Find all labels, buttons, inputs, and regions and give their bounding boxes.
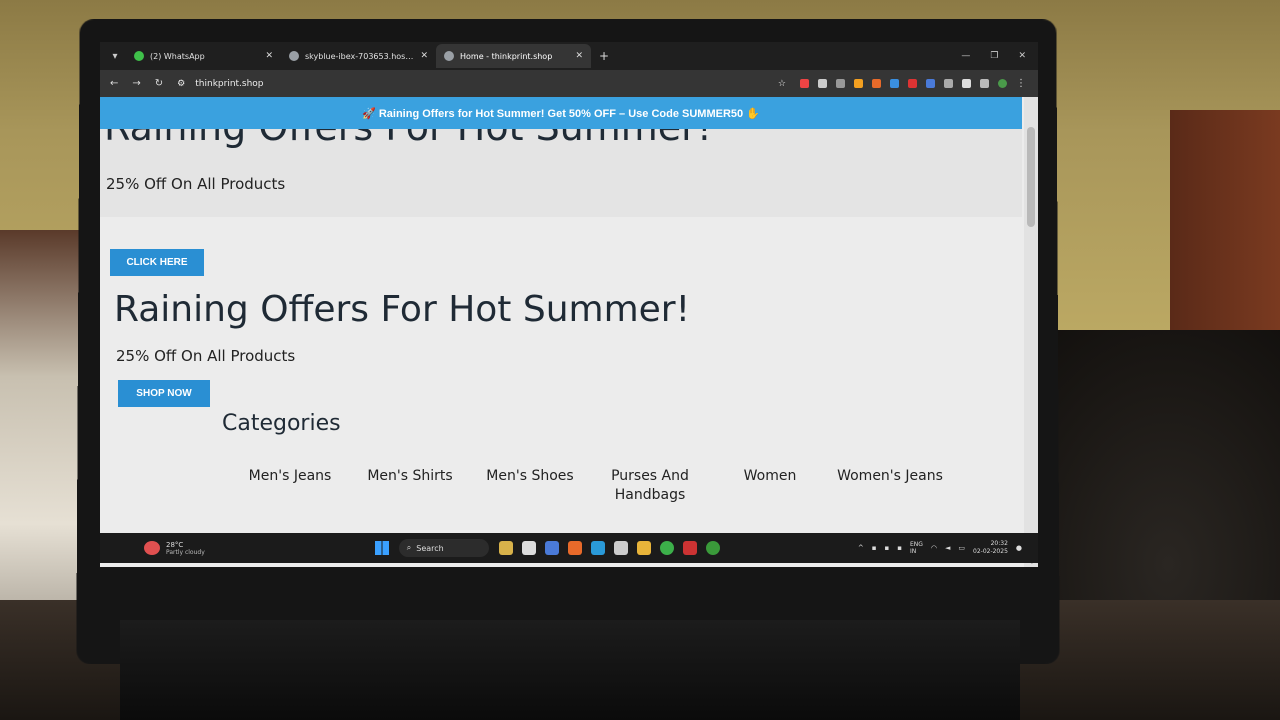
clock[interactable]: 20:32 02-02-2025 <box>973 540 1008 556</box>
extension-icon[interactable] <box>854 79 863 88</box>
category-women[interactable]: Women <box>710 467 830 505</box>
category-mens-shoes[interactable]: Men's Shoes <box>470 467 590 505</box>
windows-taskbar: 28°C Partly cloudy ⌕ Search ^ ▪ ▪ ▪ ENG … <box>100 533 1038 563</box>
extension-icon[interactable] <box>908 79 917 88</box>
xbox-icon[interactable] <box>705 541 720 555</box>
notification-icon[interactable]: ● <box>1016 544 1022 552</box>
address-text: thinkprint.shop <box>195 78 264 89</box>
hero-title: Raining Offers For Hot Summer! <box>114 289 691 330</box>
back-icon[interactable]: ← <box>110 78 118 89</box>
app-icon[interactable] <box>567 541 582 555</box>
extensions-bar: ⋮ <box>800 78 1038 89</box>
wifi-icon[interactable]: ◠ <box>931 544 937 552</box>
edge-icon[interactable] <box>590 541 605 555</box>
click-here-button[interactable]: CLICK HERE <box>110 249 204 276</box>
weather-desc: Partly cloudy <box>166 548 205 556</box>
clock-time: 20:32 <box>990 540 1008 547</box>
profile-avatar[interactable] <box>998 79 1007 88</box>
search-label: Search <box>416 543 444 553</box>
scroll-thumb[interactable] <box>1027 127 1035 227</box>
store-icon[interactable] <box>613 541 628 555</box>
extension-icon[interactable] <box>872 79 881 88</box>
address-bar[interactable]: ⚙ thinkprint.shop ☆ <box>177 74 786 94</box>
app-icon[interactable] <box>682 541 697 555</box>
hero-subtitle: 25% Off On All Products <box>116 347 296 365</box>
lang-top: ENG <box>909 541 923 548</box>
category-list: Men's Jeans Men's Shirts Men's Shoes Pur… <box>230 467 950 505</box>
tray-icon[interactable]: ▪ <box>872 544 877 552</box>
weather-widget[interactable]: 28°C Partly cloudy <box>144 541 205 556</box>
globe-icon <box>444 51 454 61</box>
tray-icon[interactable]: ▪ <box>884 544 889 552</box>
tab-strip: ▾ (2) WhatsApp ✕ skyblue-ibex-703653.hos… <box>100 42 1038 70</box>
shop-now-button[interactable]: SHOP NOW <box>118 380 210 407</box>
category-purses-handbags[interactable]: Purses And Handbags <box>590 467 710 505</box>
globe-icon <box>289 51 299 61</box>
more-menu-icon[interactable]: ⋮ <box>1016 78 1026 89</box>
whatsapp-icon <box>134 51 144 61</box>
extension-icon[interactable] <box>926 79 935 88</box>
reload-icon[interactable]: ↻ <box>155 78 163 89</box>
close-icon[interactable]: ✕ <box>265 51 273 61</box>
chrome-icon[interactable] <box>659 541 674 555</box>
extension-icon[interactable] <box>818 79 827 88</box>
taskbar-search[interactable]: ⌕ Search <box>398 539 489 557</box>
web-page: Raining Offers For Hot Summer! 25% Off O… <box>100 97 1038 567</box>
extension-icon[interactable] <box>836 79 845 88</box>
window-controls: — ❐ ✕ <box>961 51 1038 61</box>
task-view-icon[interactable] <box>521 541 536 555</box>
volume-icon[interactable]: ◄ <box>945 544 950 552</box>
category-mens-jeans[interactable]: Men's Jeans <box>230 467 350 505</box>
tray-icon[interactable]: ▪ <box>897 544 902 552</box>
search-icon: ⌕ <box>406 543 412 552</box>
laptop-base <box>120 620 1020 720</box>
promo-bar: 🚀 Raining Offers for Hot Summer! Get 50%… <box>100 97 1022 129</box>
lang-bottom: IN <box>909 548 917 555</box>
minimize-icon[interactable]: — <box>961 51 970 61</box>
windows-start-icon[interactable] <box>374 541 389 555</box>
tab-home-thinkprint[interactable]: Home - thinkprint.shop ✕ <box>436 44 591 68</box>
site-info-icon[interactable]: ⚙ <box>177 79 185 89</box>
extension-icon[interactable] <box>962 79 971 88</box>
file-explorer-icon[interactable] <box>636 541 651 555</box>
close-icon[interactable]: ✕ <box>575 51 583 61</box>
laptop-screen: ▾ (2) WhatsApp ✕ skyblue-ibex-703653.hos… <box>100 42 1038 567</box>
tab-search-icon[interactable]: ▾ <box>104 45 126 67</box>
tab-title: (2) WhatsApp <box>150 51 205 61</box>
language-indicator[interactable]: ENG IN <box>910 541 923 555</box>
app-icon[interactable] <box>544 541 559 555</box>
puzzle-icon[interactable] <box>980 79 989 88</box>
extension-icon[interactable] <box>944 79 953 88</box>
browser-toolbar: ← → ↻ ⚙ thinkprint.shop ☆ ⋮ <box>100 70 1038 97</box>
category-mens-shirts[interactable]: Men's Shirts <box>350 467 470 505</box>
close-icon[interactable]: ✕ <box>420 51 428 61</box>
bookmark-star-icon[interactable]: ☆ <box>778 79 786 89</box>
category-womens-jeans[interactable]: Women's Jeans <box>830 467 950 505</box>
page-scrollbar[interactable]: ▼ <box>1024 97 1038 567</box>
new-tab-button[interactable]: + <box>599 49 609 63</box>
categories-heading: Categories <box>222 411 341 436</box>
weather-icon <box>144 541 160 555</box>
tab-whatsapp[interactable]: (2) WhatsApp ✕ <box>126 44 281 68</box>
tab-title: Home - thinkprint.shop <box>460 51 553 61</box>
system-tray: ^ ▪ ▪ ▪ ENG IN ◠ ◄ ▭ 20:32 02-02-2025 ● <box>858 540 1038 556</box>
widgets-icon[interactable] <box>498 541 513 555</box>
tab-hostinger[interactable]: skyblue-ibex-703653.hostinger ✕ <box>281 44 436 68</box>
maximize-icon[interactable]: ❐ <box>990 51 998 61</box>
extension-icon[interactable] <box>800 79 809 88</box>
close-window-icon[interactable]: ✕ <box>1018 51 1026 61</box>
chevron-up-icon[interactable]: ^ <box>858 544 864 552</box>
pinned-apps <box>498 541 720 555</box>
forward-icon[interactable]: → <box>132 78 140 89</box>
hero-subtitle: 25% Off On All Products <box>106 175 286 193</box>
battery-icon[interactable]: ▭ <box>958 544 965 552</box>
clock-date: 02-02-2025 <box>973 548 1008 555</box>
tab-title: skyblue-ibex-703653.hostinger <box>305 51 414 61</box>
weather-temp: 28°C <box>166 540 184 549</box>
extension-icon[interactable] <box>890 79 899 88</box>
